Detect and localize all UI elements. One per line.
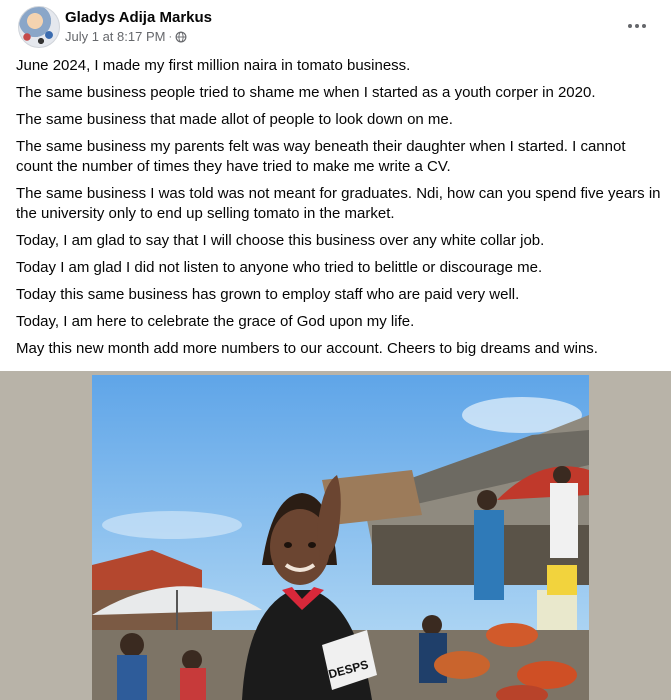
post-meta: July 1 at 8:17 PM · (65, 29, 187, 44)
post-paragraph: May this new month add more numbers to o… (16, 340, 598, 357)
author-avatar[interactable] (18, 6, 60, 48)
post-paragraph: Today I am glad I did not listen to anyo… (16, 259, 543, 276)
globe-icon[interactable] (175, 31, 187, 43)
post-paragraph: Today this same business has grown to em… (16, 286, 520, 303)
post-photo[interactable]: DESPS (92, 375, 589, 700)
post-paragraph: The same business my parents felt was wa… (16, 138, 626, 175)
post-timestamp[interactable]: July 1 at 8:17 PM (65, 29, 165, 44)
more-horizontal-icon (628, 24, 646, 28)
post-text: June 2024, I made my first million naira… (16, 56, 664, 366)
post-paragraph: The same business I was told was not mea… (16, 185, 661, 222)
post-paragraph: The same business people tried to shame … (16, 84, 596, 101)
post-photo-container: DESPS (0, 371, 671, 700)
post-paragraph: The same business that made allot of peo… (16, 111, 453, 128)
post-paragraph: Today, I am here to celebrate the grace … (16, 313, 415, 330)
more-options-button[interactable] (619, 12, 655, 40)
post-paragraph: June 2024, I made my first million naira… (16, 57, 411, 74)
meta-separator: · (168, 30, 173, 43)
market-photo-illustration: DESPS (92, 375, 589, 700)
facebook-post: Gladys Adija Markus July 1 at 8:17 PM · … (0, 0, 671, 700)
post-paragraph: Today, I am glad to say that I will choo… (16, 232, 545, 249)
author-name[interactable]: Gladys Adija Markus (65, 9, 212, 26)
post-header: Gladys Adija Markus July 1 at 8:17 PM · (14, 6, 661, 50)
